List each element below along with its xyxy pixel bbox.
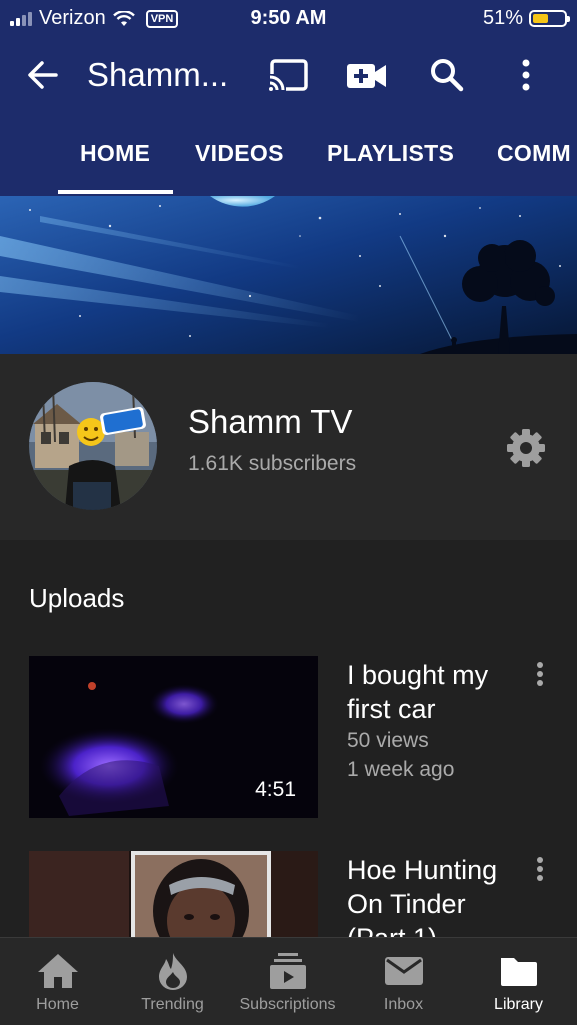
battery-percent: 51% bbox=[482, 7, 523, 29]
video-title[interactable]: I bought my first car bbox=[347, 658, 522, 726]
tab-home[interactable]: HOME bbox=[80, 140, 150, 167]
battery-icon bbox=[529, 10, 570, 27]
status-bar: Verizon VPN 9:50 AM 51% bbox=[0, 0, 577, 38]
nav-trending[interactable]: Trending bbox=[115, 938, 230, 1025]
uploads-heading: Uploads bbox=[29, 583, 125, 613]
nav-home[interactable]: Home bbox=[0, 938, 115, 1025]
nav-library[interactable]: Library bbox=[461, 938, 576, 1025]
back-arrow-icon[interactable] bbox=[26, 58, 60, 92]
video-more-icon[interactable] bbox=[530, 662, 550, 689]
settings-gear-icon[interactable] bbox=[506, 428, 546, 468]
video-title[interactable]: Hoe Hunting On Tinder (Part 1) bbox=[347, 853, 522, 937]
channel-title: Shamm... bbox=[87, 56, 229, 93]
tab-videos[interactable]: VIDEOS bbox=[195, 140, 284, 167]
subscriber-count: 1.61K subscribers bbox=[188, 452, 357, 475]
subscriptions-icon bbox=[269, 953, 306, 989]
cast-icon[interactable] bbox=[268, 58, 310, 94]
video-item[interactable]: 4:51 I bought my first car 50 views 1 we… bbox=[0, 656, 577, 818]
folder-icon bbox=[500, 958, 537, 986]
channel-banner bbox=[0, 196, 577, 354]
video-more-icon[interactable] bbox=[530, 857, 550, 884]
avatar[interactable] bbox=[29, 382, 157, 510]
channel-name: Shamm TV bbox=[188, 403, 353, 440]
tab-playlists[interactable]: PLAYLISTS bbox=[327, 140, 454, 167]
video-item[interactable]: Hoe Hunting On Tinder (Part 1) bbox=[0, 851, 577, 937]
channel-header: Verizon VPN 9:50 AM 51% Shamm... HOME VI… bbox=[0, 0, 577, 196]
selected-tab-indicator bbox=[58, 190, 173, 194]
video-age: 1 week ago bbox=[347, 758, 455, 781]
tab-community[interactable]: COMM bbox=[497, 140, 571, 167]
video-views: 50 views bbox=[347, 729, 429, 752]
app-bar: Shamm... bbox=[0, 44, 577, 108]
video-thumbnail[interactable] bbox=[29, 851, 318, 937]
channel-tabs: HOME VIDEOS PLAYLISTS COMM bbox=[0, 132, 577, 196]
nav-subscriptions[interactable]: Subscriptions bbox=[230, 938, 345, 1025]
inbox-mail-icon bbox=[384, 957, 423, 985]
home-icon bbox=[37, 954, 78, 988]
bottom-navigation: Home Trending Subscriptions Inbox Librar… bbox=[0, 937, 577, 1025]
upload-video-icon[interactable] bbox=[347, 58, 387, 92]
battery-group: 51% bbox=[482, 7, 570, 30]
video-thumbnail[interactable]: 4:51 bbox=[29, 656, 318, 818]
nav-inbox[interactable]: Inbox bbox=[346, 938, 461, 1025]
video-duration: 4:51 bbox=[255, 778, 296, 801]
search-icon[interactable] bbox=[430, 58, 464, 92]
more-vert-icon[interactable] bbox=[518, 58, 534, 94]
flame-icon bbox=[158, 953, 187, 990]
channel-info: Shamm TV 1.61K subscribers bbox=[0, 354, 577, 540]
